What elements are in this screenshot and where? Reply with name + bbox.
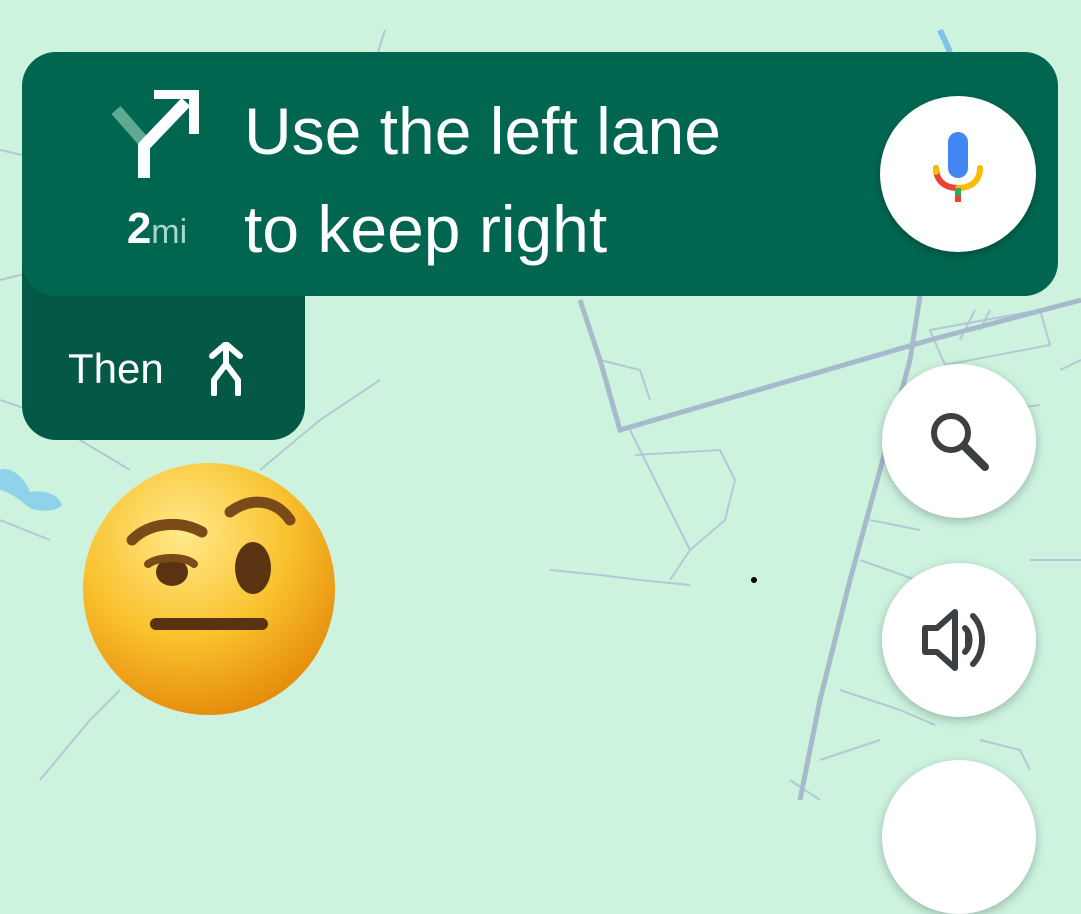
then-label: Then [68,345,164,392]
distance-to-maneuver: 2mi [92,204,222,257]
search-button[interactable] [882,364,1036,518]
instruction-text: Use the left lane to keep right [244,82,844,278]
microphone-icon [933,132,983,202]
merge-arrow-icon [209,342,243,396]
fork-right-arrow-icon [111,90,199,178]
sound-button[interactable] [882,563,1036,717]
map-control-button[interactable] [882,760,1036,914]
instruction-line-1: Use the left lane [244,94,721,168]
distance-unit: mi [151,213,188,251]
distance-value: 2 [126,204,152,253]
instruction-line-2: to keep right [244,192,608,266]
voice-search-button[interactable] [880,96,1036,252]
face-with-raised-eyebrow-emoji [83,463,335,715]
navigation-instruction-banner[interactable]: 2mi Use the left lane to keep right [22,52,1058,296]
volume-icon [922,609,985,671]
search-icon [931,413,989,471]
current-location-dot [751,577,757,583]
